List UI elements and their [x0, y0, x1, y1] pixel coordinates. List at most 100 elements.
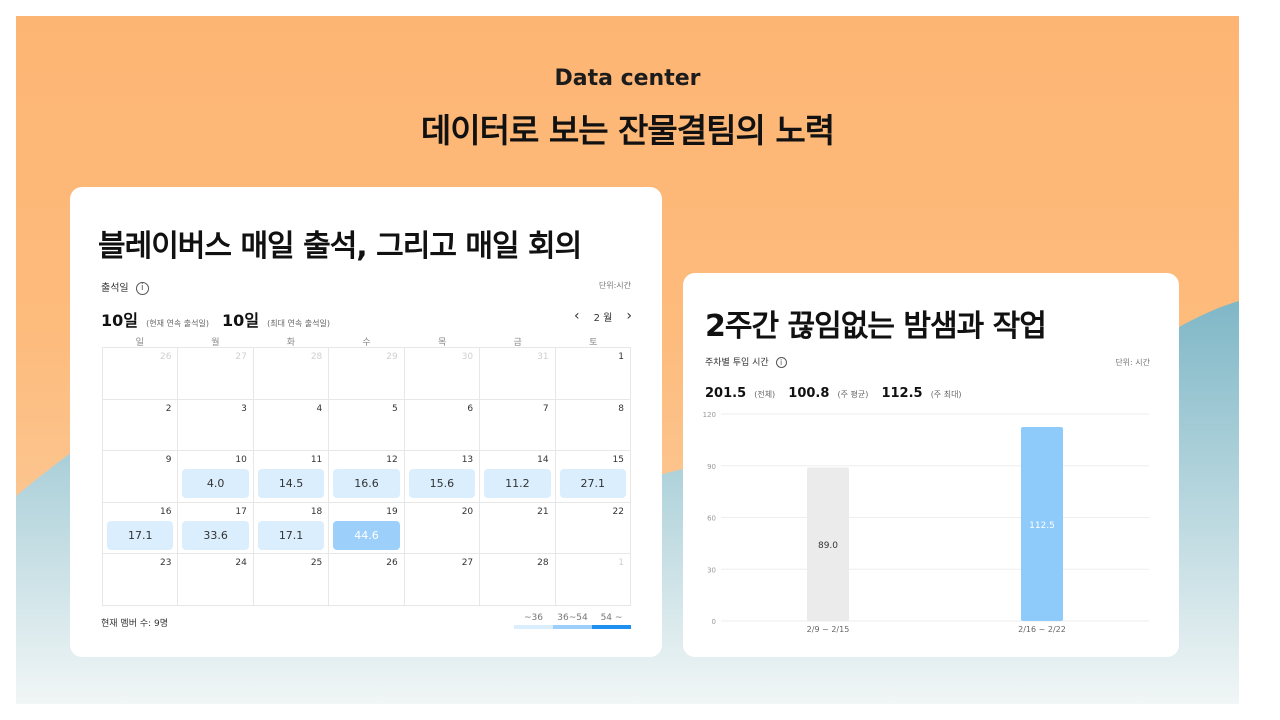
x-tick-label: 2/9 ~ 2/15	[807, 625, 850, 634]
calendar-day-cell[interactable]: 25	[253, 554, 330, 606]
calendar-day-cell[interactable]: 17 33.6	[178, 502, 254, 555]
calendar-day-number: 19	[386, 506, 398, 517]
calendar-day-cell[interactable]: 4	[253, 399, 330, 452]
calendar-day-cell[interactable]: 27	[178, 348, 254, 400]
month-label: 2 월	[593, 312, 613, 324]
calendar-day-cell[interactable]: 10 4.0	[178, 451, 254, 503]
bar-value-label: 89.0	[818, 541, 838, 551]
legend-swatch	[514, 625, 553, 629]
y-tick-label: 30	[707, 566, 716, 574]
x-tick-label: 2/16 ~ 2/22	[1018, 625, 1066, 634]
calendar-day-number: 7	[542, 403, 549, 414]
calendar-day-number: 16	[159, 506, 172, 517]
calendar-day-number: 28	[310, 352, 323, 362]
calendar-day-cell[interactable]: 3	[178, 399, 254, 452]
legend-swatch	[553, 625, 592, 629]
calendar-day-number: 4	[316, 403, 323, 414]
legend-swatch	[592, 625, 631, 629]
calendar-day-cell[interactable]: 22	[555, 502, 631, 555]
attendance-section-header: 출석일 i	[101, 279, 149, 295]
calendar-day-cell[interactable]: 11 14.5	[253, 451, 330, 503]
month-navigator: ‹ 2 월 ›	[574, 308, 632, 324]
calendar-day-cell[interactable]: 26	[103, 348, 179, 400]
calendar-day-cell[interactable]: 8	[555, 399, 631, 452]
calendar-day-cell[interactable]: 21	[480, 502, 556, 555]
calendar-day-number: 26	[386, 558, 398, 569]
attendance-card: 블레이버스 매일 출석, 그리고 매일 회의 출석일 i 단위:시간 10일 (…	[70, 187, 662, 657]
calendar-day-number: 1	[618, 352, 624, 362]
slide-canvas: Data center 데이터로 보는 잔물결팀의 노력 블레이버스 매일 출석…	[16, 16, 1239, 704]
calendar-day-number: 8	[618, 403, 624, 414]
member-count: 현재 멤버 수: 9명	[101, 619, 169, 629]
calendar-day-number: 31	[537, 352, 549, 362]
calendar-day-cell[interactable]: 24	[178, 554, 254, 606]
calendar-day-cell[interactable]: 2	[103, 399, 179, 452]
attendance-hours-chip: 17.1	[257, 520, 325, 550]
attendance-hours-chip: 17.1	[107, 520, 174, 550]
calendar-grid: 26 27 28 29 30 31 1 2 3 4 5 6 7 8 9 10 4.0 11 14.5 12 16.6 13…	[102, 347, 631, 606]
attendance-card-title: 블레이버스 매일 출석, 그리고 매일 회의	[98, 229, 582, 264]
streak-summary: 10일 (현재 연속 출석일) 10일 (최대 연속 출석일)	[101, 307, 338, 331]
calendar-day-number: 22	[612, 506, 624, 517]
y-tick-label: 120	[703, 411, 716, 419]
calendar-day-number: 2	[165, 403, 172, 414]
calendar-day-cell[interactable]: 26	[329, 554, 405, 606]
calendar-day-cell[interactable]: 12 16.6	[329, 451, 405, 503]
legend-label: 36~54	[557, 613, 588, 623]
calendar-day-cell[interactable]: 16 17.1	[103, 502, 179, 555]
calendar-day-cell[interactable]: 18 17.1	[253, 502, 330, 555]
max-streak-label: (최대 연속 출석일)	[267, 319, 330, 328]
calendar-day-cell[interactable]: 23	[103, 554, 179, 606]
work-hours-card: 2주간 끊임없는 밤샘과 작업 주차별 투입 시간 i 단위: 시간 201.5…	[683, 273, 1179, 657]
calendar-day-cell[interactable]: 13 15.6	[404, 451, 481, 503]
hero-subtitle: Data center	[554, 66, 701, 91]
current-streak-label: (현재 연속 출석일)	[146, 319, 209, 328]
legend-item: 36~54	[553, 613, 592, 629]
chevron-right-icon[interactable]: ›	[626, 308, 632, 324]
calendar-day-cell[interactable]: 1	[555, 554, 631, 606]
legend-label: 54 ~	[600, 613, 623, 623]
attendance-hours-chip: 27.1	[559, 469, 626, 499]
attendance-unit-label: 단위:시간	[598, 281, 631, 290]
attendance-hours-chip: 44.6	[333, 520, 400, 550]
y-tick-label: 90	[707, 463, 716, 471]
current-streak-value: 10일	[101, 311, 138, 330]
calendar-day-cell[interactable]: 20	[404, 502, 481, 555]
y-tick-label: 60	[707, 515, 716, 523]
chevron-left-icon[interactable]: ‹	[574, 308, 580, 324]
calendar-day-number: 9	[165, 455, 172, 466]
calendar-day-cell[interactable]: 27	[404, 554, 481, 606]
calendar-day-number: 27	[461, 558, 474, 569]
attendance-hours-chip: 16.6	[333, 469, 400, 499]
y-tick-label: 0	[712, 618, 716, 626]
calendar-day-number: 25	[310, 558, 323, 569]
attendance-hours-chip: 11.2	[484, 469, 551, 499]
calendar-day-number: 21	[537, 506, 549, 517]
calendar-day-cell[interactable]: 6	[404, 399, 481, 452]
attendance-hours-chip: 14.5	[257, 469, 325, 499]
calendar-day-cell[interactable]: 1	[555, 348, 631, 400]
calendar-day-cell[interactable]: 29	[329, 348, 405, 400]
calendar-day-number: 20	[461, 506, 474, 517]
heat-legend: ~36 36~54 54 ~	[514, 613, 631, 629]
calendar-day-number: 3	[241, 403, 247, 414]
calendar-day-number: 23	[159, 558, 172, 569]
calendar-day-number: 10	[235, 455, 247, 466]
calendar-day-cell[interactable]: 15 27.1	[555, 451, 631, 503]
calendar-day-cell[interactable]: 5	[329, 399, 405, 452]
attendance-section-label: 출석일	[101, 283, 129, 294]
calendar-day-cell[interactable]: 9	[103, 451, 179, 503]
calendar-day-cell[interactable]: 19 44.6	[329, 502, 405, 555]
calendar-day-cell[interactable]: 28	[480, 554, 556, 606]
calendar-day-cell[interactable]: 31	[480, 348, 556, 400]
calendar-day-number: 12	[386, 455, 398, 466]
calendar-day-cell[interactable]: 14 11.2	[480, 451, 556, 503]
attendance-hours-chip: 4.0	[182, 469, 249, 499]
calendar-day-number: 17	[235, 506, 247, 517]
calendar-day-cell[interactable]: 7	[480, 399, 556, 452]
calendar-day-cell[interactable]: 28	[253, 348, 330, 400]
calendar-day-cell[interactable]: 30	[404, 348, 481, 400]
calendar-day-number: 5	[391, 403, 398, 414]
max-streak-value: 10일	[222, 311, 260, 330]
info-icon[interactable]: i	[135, 281, 149, 295]
